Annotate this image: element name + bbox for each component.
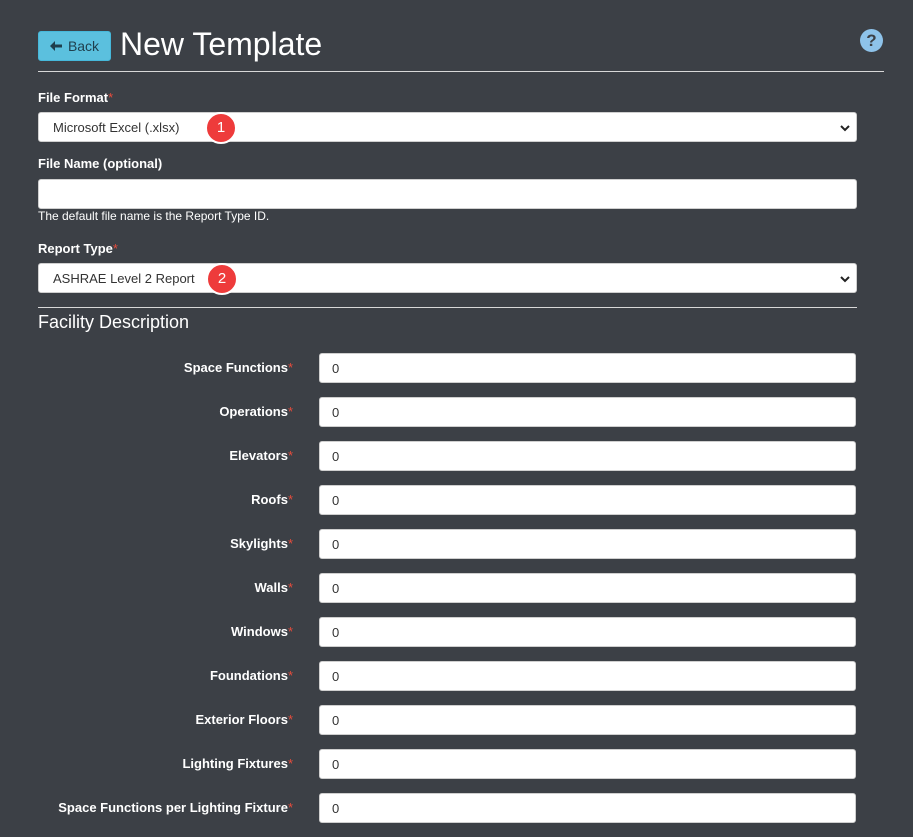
foundations-label: Foundations* (209, 668, 293, 683)
roofs-input[interactable]: 0 (319, 485, 856, 515)
elevators-input[interactable]: 0 (319, 441, 856, 471)
lighting-fixtures-label: Lighting Fixtures* (182, 756, 293, 771)
operations-label: Operations* (219, 404, 293, 419)
report-type-label: Report Type* (38, 241, 118, 256)
question-circle-icon[interactable]: ? (860, 29, 883, 52)
arrow-left-icon (49, 41, 62, 51)
required-mark: * (108, 90, 114, 105)
skylights-input[interactable]: 0 (319, 529, 856, 559)
exterior-floors-label: Exterior Floors* (195, 712, 293, 727)
foundations-input[interactable]: 0 (319, 661, 856, 691)
report-type-select[interactable]: ASHRAE Level 2 Report (38, 263, 857, 293)
space-functions-input[interactable]: 0 (319, 353, 856, 383)
lighting-fixtures-input[interactable]: 0 (319, 749, 856, 779)
header-divider (38, 71, 884, 72)
exterior-floors-input[interactable]: 0 (319, 705, 856, 735)
facility-row-windows: Windows* 0 (0, 617, 913, 647)
skylights-label: Skylights* (230, 536, 293, 551)
file-name-help-text: The default file name is the Report Type… (38, 209, 270, 223)
back-button[interactable]: Back (38, 31, 111, 61)
annotation-badge-1: 1 (205, 112, 237, 144)
file-format-value: Microsoft Excel (.xlsx) (53, 119, 180, 135)
file-name-input[interactable] (38, 179, 857, 209)
windows-input[interactable]: 0 (319, 617, 856, 647)
windows-label: Windows* (231, 624, 293, 639)
operations-input[interactable]: 0 (319, 397, 856, 427)
report-type-value: ASHRAE Level 2 Report (53, 270, 195, 286)
file-format-label: File Format* (38, 90, 114, 105)
facility-row-roofs: Roofs* 0 (0, 485, 913, 515)
facility-row-walls: Walls* 0 (0, 573, 913, 603)
back-button-label: Back (67, 38, 100, 54)
annotation-badge-2: 2 (206, 263, 238, 295)
space-functions-per-lighting-fixture-input[interactable]: 0 (319, 793, 856, 823)
facility-row-elevators: Elevators* 0 (0, 441, 913, 471)
walls-label: Walls* (254, 580, 293, 595)
roofs-label: Roofs* (251, 492, 293, 507)
elevators-label: Elevators* (229, 448, 293, 463)
facility-row-space-functions: Space Functions* 0 (0, 353, 913, 383)
walls-input[interactable]: 0 (319, 573, 856, 603)
facility-row-space-functions-per-lighting-fixture: Space Functions per Lighting Fixture* 0 (0, 793, 913, 823)
required-mark: * (112, 241, 118, 256)
chevron-down-icon (840, 125, 850, 132)
section-divider (38, 307, 857, 308)
facility-row-operations: Operations* 0 (0, 397, 913, 427)
space-functions-per-lighting-fixture-label: Space Functions per Lighting Fixture* (58, 800, 293, 815)
section-title: Facility Description (38, 312, 190, 332)
space-functions-label: Space Functions* (183, 360, 293, 375)
facility-row-lighting-fixtures: Lighting Fixtures* 0 (0, 749, 913, 779)
chevron-down-icon (840, 276, 850, 283)
page-title: New Template (120, 26, 323, 62)
facility-row-exterior-floors: Exterior Floors* 0 (0, 705, 913, 735)
file-name-label: File Name (optional) (38, 156, 163, 171)
facility-row-foundations: Foundations* 0 (0, 661, 913, 691)
facility-row-skylights: Skylights* 0 (0, 529, 913, 559)
file-format-select[interactable]: Microsoft Excel (.xlsx) (38, 112, 857, 142)
